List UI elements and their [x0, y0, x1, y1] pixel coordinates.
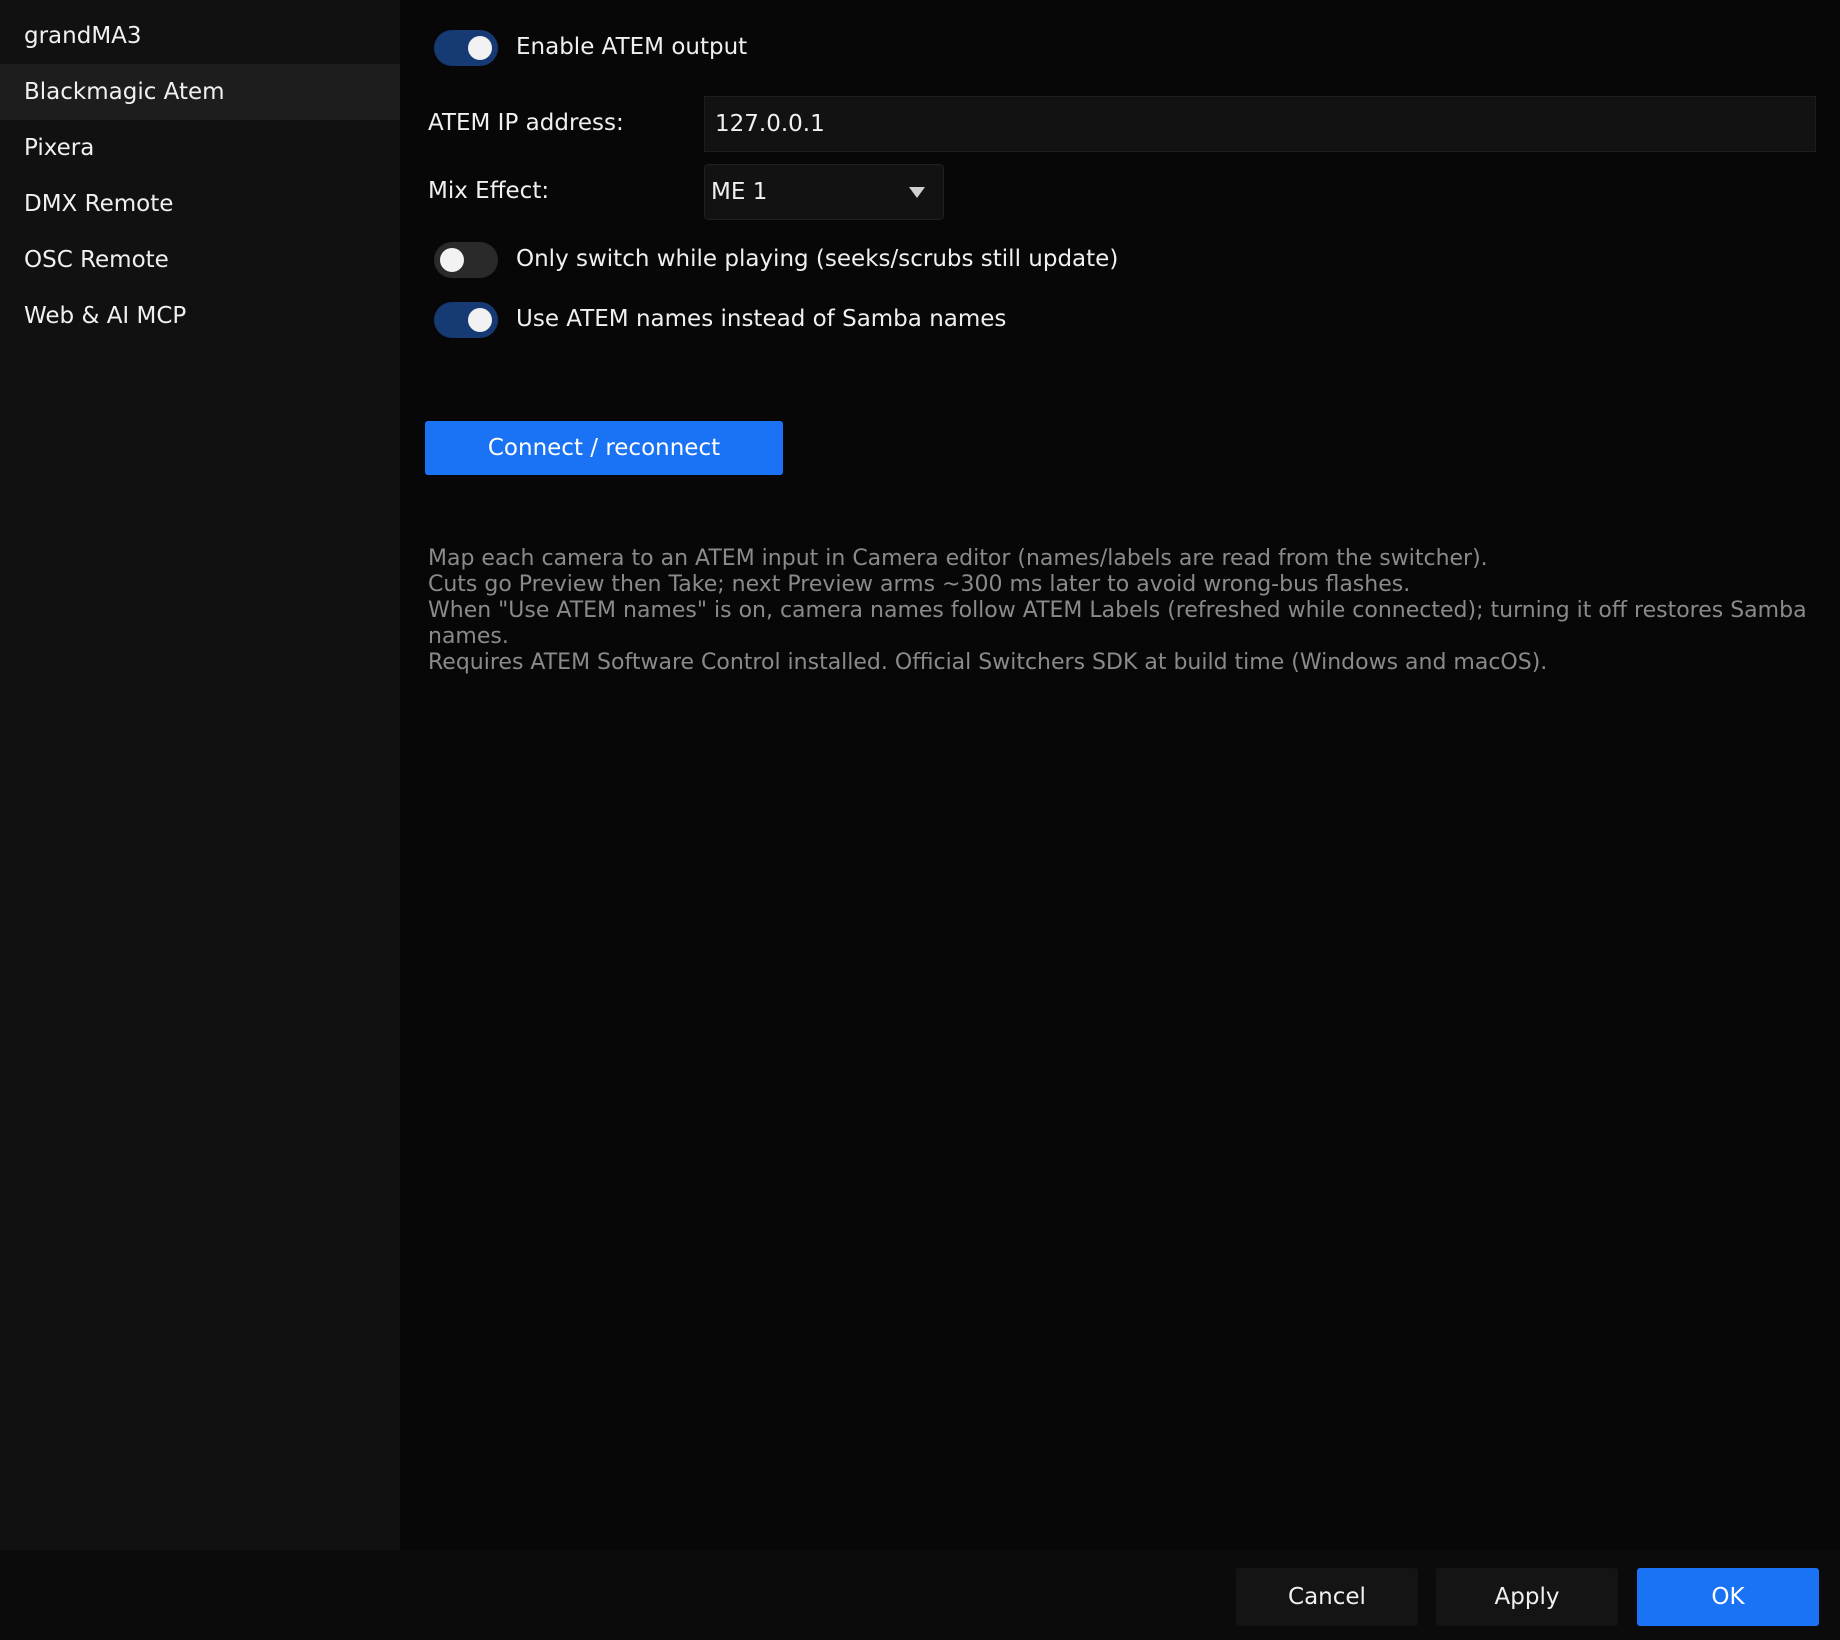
toggle-knob [468, 36, 492, 60]
sidebar-item-grandma3[interactable]: grandMA3 [0, 8, 400, 64]
connect-reconnect-button[interactable]: Connect / reconnect [425, 421, 783, 475]
ok-button[interactable]: OK [1637, 1568, 1819, 1626]
enable-atem-output-toggle[interactable] [434, 30, 498, 66]
chevron-down-icon [909, 187, 925, 198]
enable-atem-output-label: Enable ATEM output [516, 34, 748, 60]
help-line: Requires ATEM Software Control installed… [428, 650, 1548, 675]
sidebar-item-pixera[interactable]: Pixera [0, 120, 400, 176]
mix-effect-label: Mix Effect: [428, 178, 550, 204]
help-line: Cuts go Preview then Take; next Preview … [428, 572, 1411, 597]
use-atem-names-toggle[interactable] [434, 302, 498, 338]
atem-ip-label: ATEM IP address: [428, 110, 624, 136]
toggle-knob [468, 308, 492, 332]
only-switch-while-playing-toggle[interactable] [434, 242, 498, 278]
sidebar-item-label: Blackmagic Atem [24, 79, 225, 105]
only-switch-while-playing-label: Only switch while playing (seeks/scrubs … [516, 246, 1119, 272]
sidebar-item-label: grandMA3 [24, 23, 142, 49]
settings-dialog: grandMA3 Blackmagic Atem Pixera DMX Remo… [0, 0, 1840, 1640]
atem-settings-panel: Enable ATEM output ATEM IP address: Mix … [400, 0, 1840, 1550]
toggle-knob [440, 248, 464, 272]
sidebar-item-label: OSC Remote [24, 247, 169, 273]
sidebar-item-blackmagic-atem[interactable]: Blackmagic Atem [0, 64, 400, 120]
help-line: When "Use ATEM names" is on, camera name… [428, 598, 1807, 649]
mix-effect-select[interactable]: ME 1 [704, 164, 944, 220]
cancel-button[interactable]: Cancel [1236, 1568, 1418, 1626]
sidebar-item-dmx-remote[interactable]: DMX Remote [0, 176, 400, 232]
atem-ip-input[interactable] [704, 96, 1816, 152]
sidebar-item-label: Web & AI MCP [24, 303, 187, 329]
sidebar-item-label: DMX Remote [24, 191, 174, 217]
sidebar-item-label: Pixera [24, 135, 95, 161]
sidebar: grandMA3 Blackmagic Atem Pixera DMX Remo… [0, 0, 400, 1550]
apply-button[interactable]: Apply [1436, 1568, 1618, 1626]
help-line: Map each camera to an ATEM input in Came… [428, 546, 1488, 571]
mix-effect-value: ME 1 [711, 179, 768, 205]
use-atem-names-label: Use ATEM names instead of Samba names [516, 306, 1007, 332]
help-text: Map each camera to an ATEM input in Came… [428, 546, 1818, 676]
sidebar-item-web-ai-mcp[interactable]: Web & AI MCP [0, 288, 400, 344]
sidebar-item-osc-remote[interactable]: OSC Remote [0, 232, 400, 288]
dialog-footer: Cancel Apply OK [0, 1550, 1840, 1640]
